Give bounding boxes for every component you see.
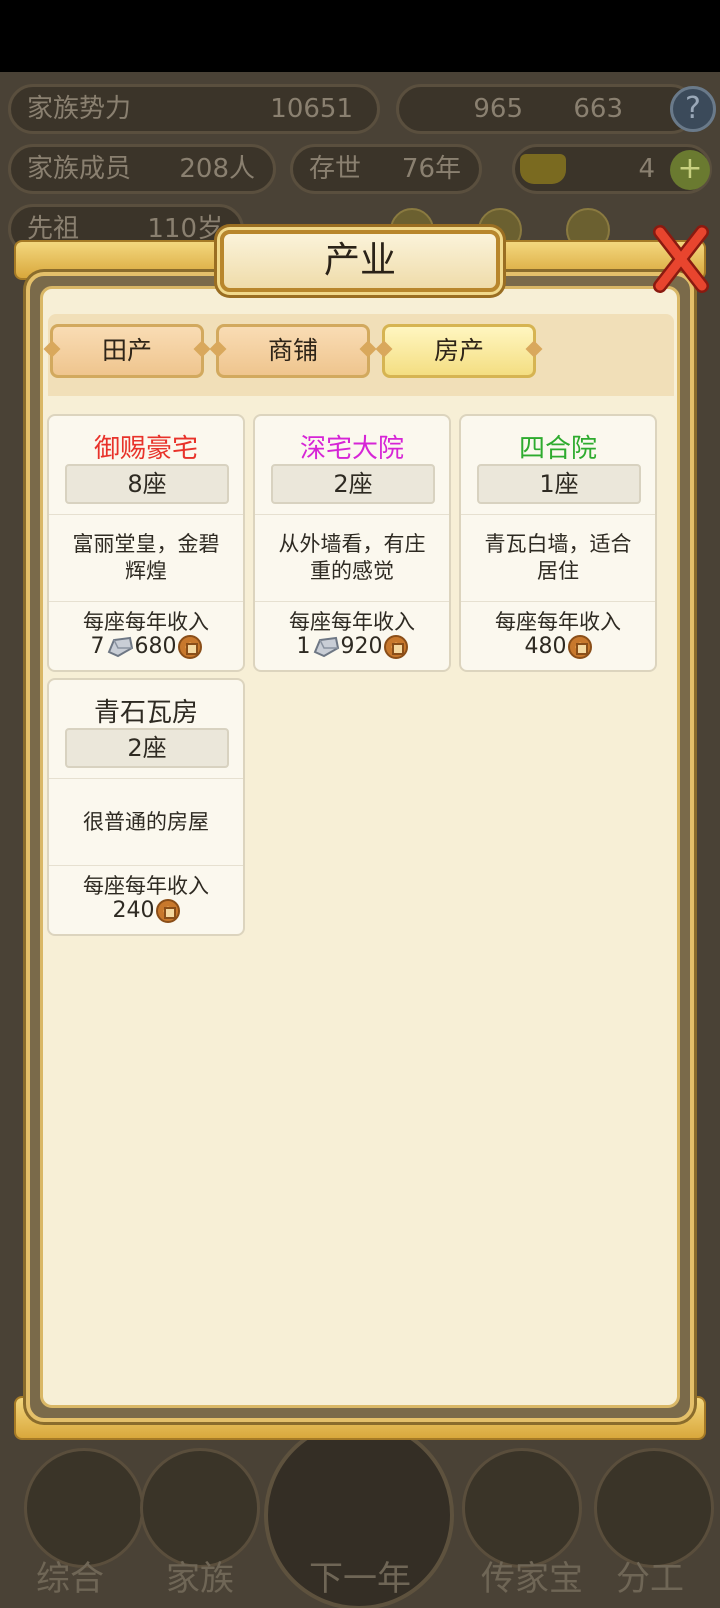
silver-amount: 965 [473,94,523,124]
nav-family-icon[interactable] [140,1448,260,1568]
property-description: 青瓦白墙，适合居住 [461,514,655,602]
property-name: 御赐豪宅 [93,434,198,464]
property-name: 深宅大院 [299,434,404,464]
tab-farmland[interactable]: 田产 [50,324,204,378]
nav-label-family[interactable]: 家族 [130,1551,270,1600]
income-label: 每座每年收入 [495,610,621,634]
family-power-value: 10651 [270,94,353,124]
nav-division-icon[interactable] [594,1448,714,1568]
copper-coin-icon [155,898,180,923]
property-count: 8座 [65,464,229,504]
property-description: 很普通的房屋 [49,778,243,866]
copper-coin-icon [177,634,202,659]
family-members-value: 208人 [179,154,255,184]
income-value: 1 920 [255,634,449,659]
income-label: 每座每年收入 [83,874,209,898]
nav-label-next-year[interactable]: 下一年 [290,1551,430,1600]
nav-heirloom-icon[interactable] [462,1448,582,1568]
family-power-pill: 家族势力 10651 [8,84,380,134]
family-members-label: 家族成员 [27,154,132,184]
family-members-pill: 家族成员 208人 [8,144,276,194]
tab-real-estate[interactable]: 房产 [382,324,536,378]
family-power-label: 家族势力 [27,94,132,124]
property-dialog: 产业 田产 商铺 房产 御赐豪宅 8座 富丽堂皇，金碧辉煌 每座每年收入 7 6… [14,225,709,1450]
income-label: 每座每年收入 [289,610,415,634]
silver-value: 1 [296,634,311,659]
gold-ingot-icon [520,154,566,184]
income-value: 7 680 [49,634,243,659]
add-gold-icon[interactable]: + [670,150,710,190]
nav-label-division[interactable]: 分工 [580,1551,720,1600]
silver-ingot-icon [313,636,339,657]
property-card[interactable]: 御赐豪宅 8座 富丽堂皇，金碧辉煌 每座每年收入 7 680 [47,414,245,672]
property-name: 四合院 [518,434,597,464]
silver-value: 7 [90,634,105,659]
gold-amount: 4 [638,154,655,184]
nav-label-general[interactable]: 综合 [0,1551,140,1600]
help-icon[interactable]: ? [670,86,716,132]
alive-value: 76年 [401,154,461,184]
property-count: 2座 [65,728,229,768]
copper-amount: 663 [573,94,623,124]
property-name: 青石瓦房 [93,698,198,728]
alive-label: 存世 [309,154,362,184]
property-count: 2座 [271,464,435,504]
property-card[interactable]: 深宅大院 2座 从外墙看，有庄重的感觉 每座每年收入 1 920 [253,414,451,672]
dialog-title: 产业 [220,230,500,292]
silver-ingot-icon [107,636,133,657]
income-value: 480 [461,634,655,659]
income-label: 每座每年收入 [83,610,209,634]
currency-pill: 663 965 [396,84,696,134]
copper-coin-icon [383,634,408,659]
copper-value: 920 [340,634,383,659]
income-value: 240 [49,898,243,923]
status-bar [0,0,720,72]
property-description: 从外墙看，有庄重的感觉 [255,514,449,602]
tab-shops[interactable]: 商铺 [216,324,370,378]
copper-value: 680 [134,634,177,659]
copper-value: 240 [112,898,155,923]
alive-pill: 存世 76年 [290,144,482,194]
property-description: 富丽堂皇，金碧辉煌 [49,514,243,602]
close-icon[interactable] [650,224,712,294]
nav-general-icon[interactable] [24,1448,144,1568]
property-count: 1座 [477,464,641,504]
copper-value: 480 [524,634,567,659]
property-card[interactable]: 青石瓦房 2座 很普通的房屋 每座每年收入 240 [47,678,245,936]
property-card[interactable]: 四合院 1座 青瓦白墙，适合居住 每座每年收入 480 [459,414,657,672]
copper-coin-icon [567,634,592,659]
